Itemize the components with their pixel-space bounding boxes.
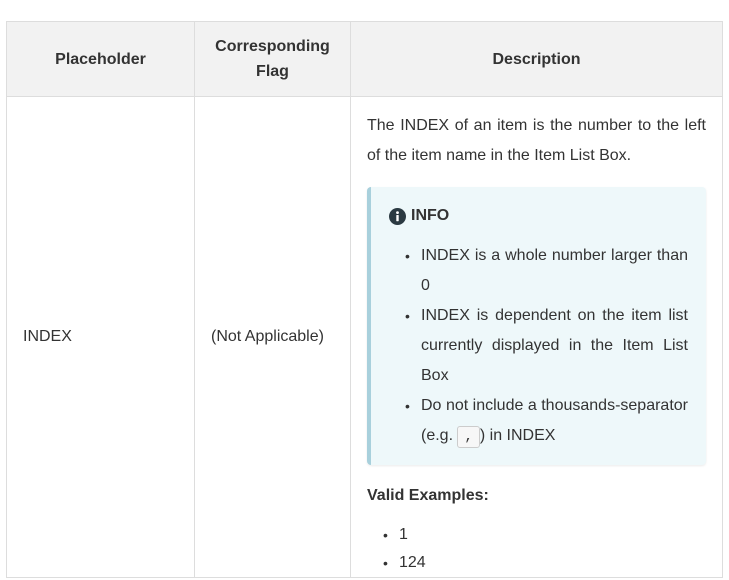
table-row: INDEX (Not Applicable) The INDEX of an i… (6, 96, 723, 578)
info-list-item: Do not include a thousands-separator (e.… (405, 391, 688, 451)
placeholder-table: Placeholder Corresponding Flag Descripti… (6, 21, 723, 578)
header-flag-line1: Corresponding (215, 38, 330, 55)
header-description: Description (350, 21, 723, 97)
valid-examples-list: 1 124 (367, 521, 706, 577)
header-flag-line2: Flag (256, 63, 289, 80)
info-list-item: INDEX is a whole number larger than 0 (405, 241, 688, 301)
valid-examples-heading: Valid Examples: (367, 487, 489, 504)
cell-placeholder: INDEX (6, 96, 195, 578)
placeholder-table-container: Placeholder Corresponding Flag Descripti… (6, 21, 723, 578)
description-intro: The INDEX of an item is the number to th… (367, 117, 706, 164)
cell-flag: (Not Applicable) (194, 96, 351, 578)
info-title-text: INFO (411, 207, 450, 224)
example-item: 124 (383, 549, 706, 577)
info-list: INDEX is a whole number larger than 0 IN… (389, 241, 688, 451)
info-circle-icon (389, 207, 406, 225)
cell-description: The INDEX of an item is the number to th… (350, 96, 723, 578)
header-corresponding-flag: Corresponding Flag (194, 21, 351, 97)
info-callout: INFO INDEX is a whole number larger than… (367, 187, 706, 465)
example-item: 1 (383, 521, 706, 549)
header-placeholder: Placeholder (6, 21, 195, 97)
table-header-row: Placeholder Corresponding Flag Descripti… (6, 21, 723, 97)
info-list-item: INDEX is dependent on the item list curr… (405, 301, 688, 391)
info-item3-after: ) in INDEX (479, 427, 556, 444)
info-callout-title: INFO (389, 201, 688, 231)
thousands-separator-code: , (457, 426, 480, 448)
